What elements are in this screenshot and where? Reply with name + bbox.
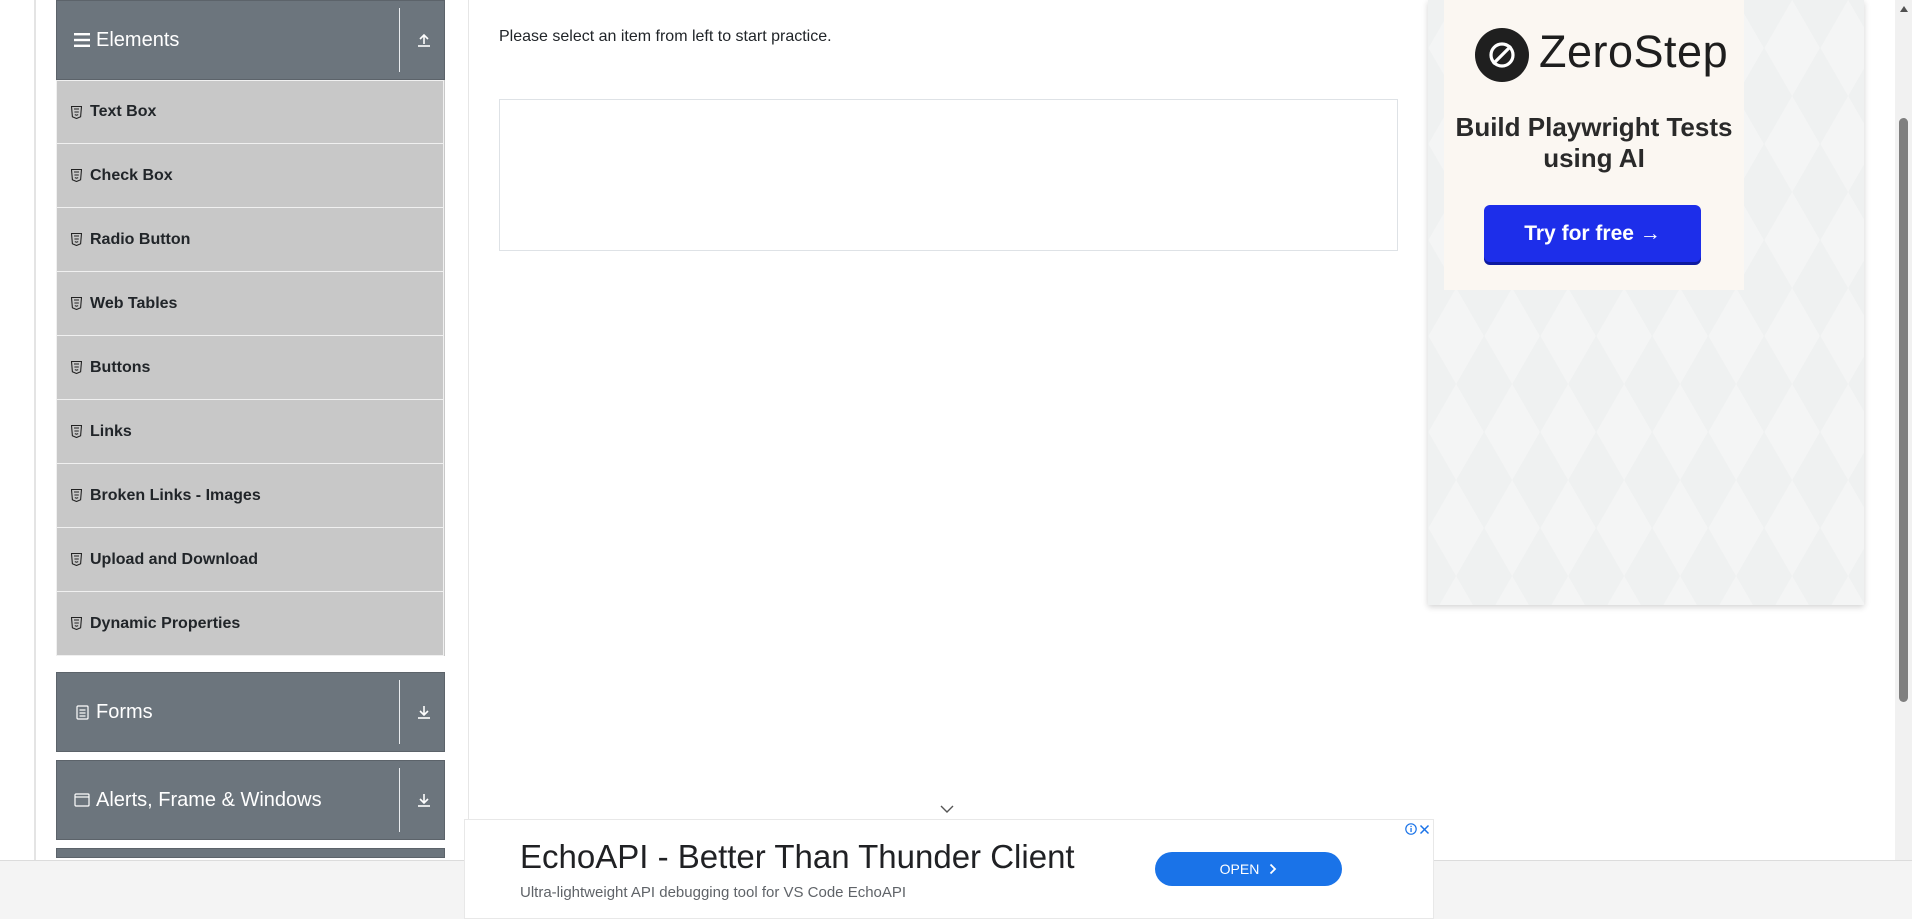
page: Elements Text Box Check Box Radio Button… [0, 0, 1912, 919]
html5-icon [71, 233, 83, 247]
menu-item-label: Text Box [90, 103, 157, 120]
expand-down-icon[interactable] [412, 700, 436, 724]
menu-item-buttons[interactable]: Buttons [56, 336, 444, 400]
close-icon[interactable] [1419, 824, 1430, 835]
scroll-up-arrow-icon[interactable] [1895, 0, 1912, 17]
group-header-elements[interactable]: Elements [56, 0, 445, 80]
try-for-free-button[interactable]: Try for free → [1484, 205, 1701, 262]
echoapi-ad-banner[interactable]: EchoAPI - Better Than Thunder Client Ult… [464, 819, 1434, 919]
group-title-alerts: Alerts, Frame & Windows [96, 788, 322, 811]
html5-icon [71, 297, 83, 311]
info-icon[interactable] [1405, 823, 1417, 835]
group-title-elements: Elements [96, 28, 180, 51]
html5-icon [71, 489, 83, 503]
html5-icon [71, 553, 83, 567]
menu-item-label: Check Box [90, 166, 173, 184]
html5-icon [71, 617, 83, 631]
menu-item-label: Dynamic Properties [90, 614, 241, 632]
ad-brand-name: ZeroStep [1539, 26, 1729, 77]
ad-open-label: OPEN [1219, 861, 1260, 877]
instruction-text: Please select an item from left to start… [499, 28, 832, 45]
menu-item-label: Web Tables [90, 294, 178, 312]
collapse-up-icon[interactable] [412, 28, 436, 52]
expand-down-icon[interactable] [412, 788, 436, 812]
header-divider [399, 8, 400, 72]
menu-item-broken-links-images[interactable]: Broken Links - Images [56, 464, 444, 528]
header-divider [399, 680, 400, 744]
menu-item-links[interactable]: Links [56, 400, 444, 464]
group-title-forms: Forms [96, 700, 153, 723]
group-header-alerts-frame-windows[interactable]: Alerts, Frame & Windows [56, 760, 445, 840]
menu-item-text-box[interactable]: Text Box [56, 80, 444, 144]
zerostep-logo-icon [1475, 28, 1529, 82]
group-header-next-partial[interactable] [56, 848, 445, 858]
zerostep-ad-banner[interactable]: ZeroStep Build Playwright Tests using AI… [1428, 0, 1864, 605]
html5-icon [71, 169, 83, 183]
page-scrollbar[interactable] [1895, 0, 1912, 860]
ad-promo-card: ZeroStep Build Playwright Tests using AI… [1444, 0, 1744, 290]
menu-item-label: Radio Button [90, 230, 191, 248]
left-border [34, 0, 36, 860]
menu-item-label: Broken Links - Images [90, 486, 261, 504]
menu-item-check-box[interactable]: Check Box [56, 144, 444, 208]
html5-icon [71, 361, 83, 375]
chevron-right-icon [1270, 863, 1277, 875]
ad-headline[interactable]: EchoAPI - Better Than Thunder Client [520, 838, 1075, 876]
menu-item-label: Buttons [90, 358, 151, 376]
menu-item-upload-and-download[interactable]: Upload and Download [56, 528, 444, 592]
practice-content-area [499, 99, 1398, 251]
column-divider [468, 0, 469, 860]
ad-open-button[interactable]: OPEN [1155, 852, 1342, 886]
collapse-ad-chevron-icon[interactable] [939, 801, 955, 817]
ad-tagline: Build Playwright Tests using AI [1455, 112, 1733, 173]
ad-choices[interactable] [1405, 820, 1433, 838]
menu-item-label: Upload and Download [90, 550, 258, 568]
elements-menu-list: Text Box Check Box Radio Button Web Tabl… [56, 80, 445, 656]
ad-description: Ultra-lightweight API debugging tool for… [520, 884, 907, 901]
html5-icon [71, 425, 83, 439]
menu-item-label: Links [90, 422, 132, 440]
menu-item-web-tables[interactable]: Web Tables [56, 272, 444, 336]
form-document-icon [72, 702, 92, 722]
menu-item-radio-button[interactable]: Radio Button [56, 208, 444, 272]
html5-icon [71, 105, 83, 119]
scrollbar-thumb[interactable] [1899, 118, 1908, 702]
menu-item-dynamic-properties[interactable]: Dynamic Properties [56, 592, 444, 656]
hamburger-icon [72, 30, 92, 50]
window-icon [72, 790, 92, 810]
header-divider [399, 768, 400, 832]
sidebar-accordion: Elements Text Box Check Box Radio Button… [56, 0, 445, 858]
group-header-forms[interactable]: Forms [56, 672, 445, 752]
